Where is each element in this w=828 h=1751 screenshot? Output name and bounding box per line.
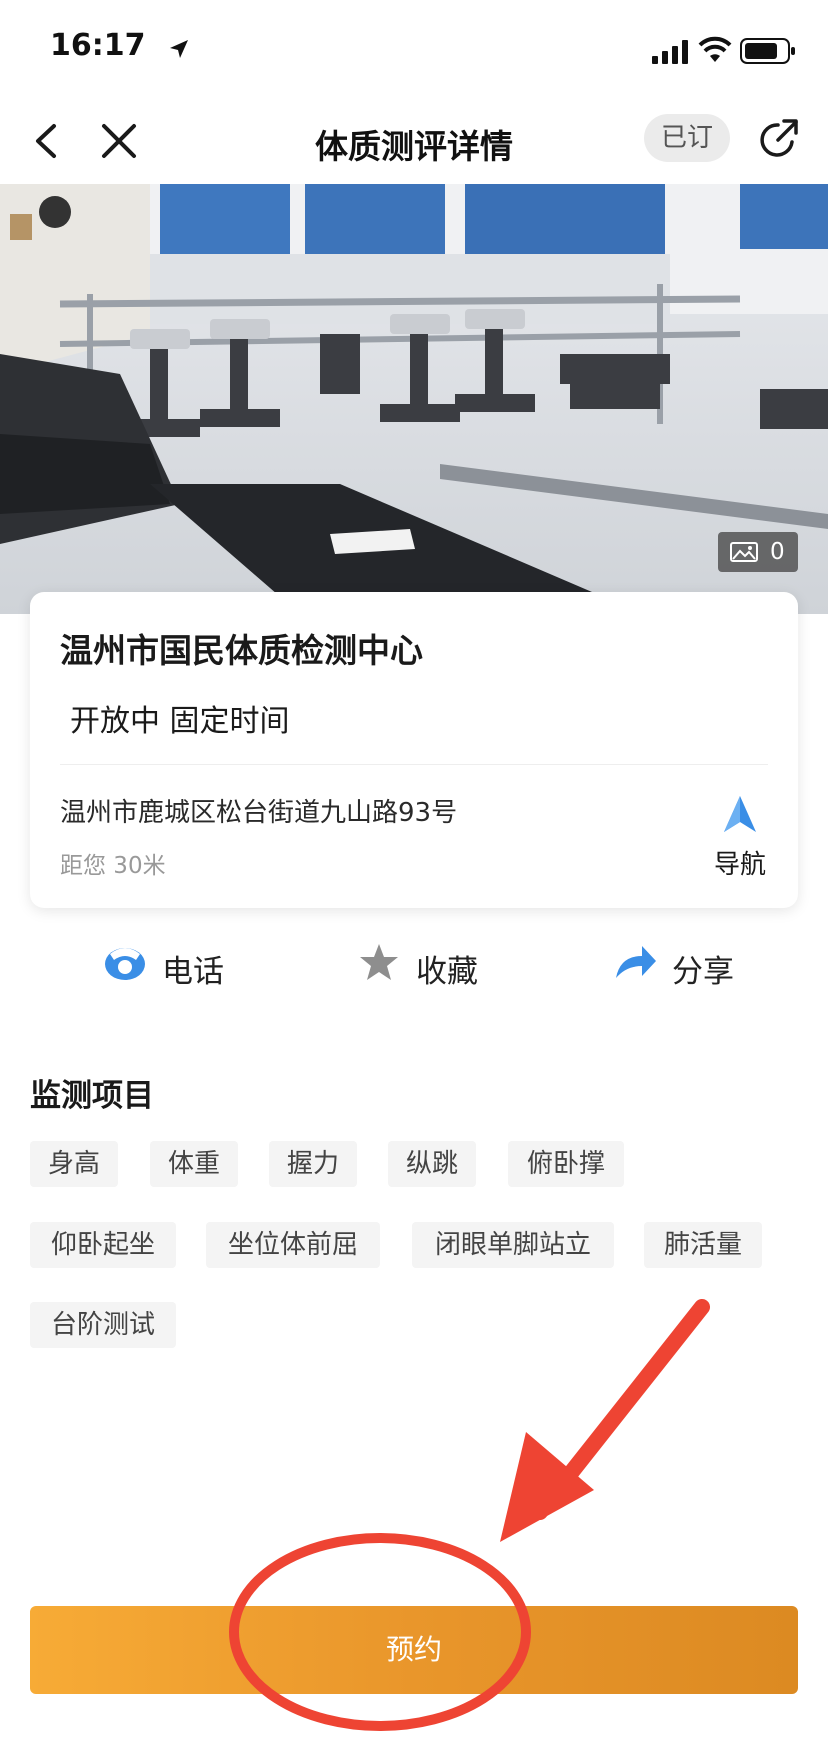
cellular-signal-icon [652,40,688,64]
book-button[interactable]: 预约 [30,1606,798,1694]
share-label: 分享 [672,954,734,990]
navigate-label: 导航 [713,850,766,880]
photo-count-badge[interactable]: 0 [718,532,798,572]
phone-label: 电话 [162,954,224,990]
share-button[interactable]: 分享 [614,930,744,1000]
action-row: 电话 收藏 分享 [0,930,828,1000]
tag-item: 坐位体前屈 [206,1222,380,1268]
favorite-label: 收藏 [416,954,478,990]
subscribed-button[interactable]: 已订 [644,114,730,162]
tag-item: 台阶测试 [30,1302,176,1348]
phone-button[interactable]: 电话 [104,930,234,1000]
navigate-button[interactable]: 导航 [700,794,780,884]
tag-item: 肺活量 [644,1222,762,1268]
divider [60,764,768,765]
star-icon [360,944,398,980]
wifi-icon [698,36,732,62]
status-time: 16:17 [50,28,146,63]
tag-item: 体重 [150,1141,238,1187]
battery-icon [740,38,795,64]
tag-item: 纵跳 [388,1141,476,1187]
favorite-button[interactable]: 收藏 [358,930,488,1000]
tag-item: 握力 [269,1141,357,1187]
venue-photo[interactable]: 0 [0,184,828,614]
image-icon [730,542,758,562]
venue-info-card: 温州市国民体质检测中心 开放中 固定时间 温州市鹿城区松台街道九山路93号 距您… [30,592,798,908]
photo-count: 0 [770,539,785,565]
status-bar: 16:17 [0,0,828,100]
location-arrow-icon [170,40,188,58]
venue-address: 温州市鹿城区松台街道九山路93号 [60,798,458,828]
venue-name: 温州市国民体质检测中心 [60,631,423,670]
gym-interior-image [0,184,828,614]
tag-item: 俯卧撑 [508,1141,624,1187]
section-title: 监测项目 [30,1078,154,1114]
annotation-arrow [500,1299,710,1542]
share-out-icon[interactable] [756,116,802,162]
tag-item: 身高 [30,1141,118,1187]
venue-distance: 距您 30米 [60,853,166,879]
phone-icon [105,948,145,980]
tag-item: 闭眼单脚站立 [412,1222,614,1268]
navigation-arrow-icon [724,796,756,832]
tag-item: 仰卧起坐 [30,1222,176,1268]
share-arrow-icon [616,946,656,978]
nav-bar: 体质测评详情 已订 [0,100,828,184]
open-status: 开放中 固定时间 [70,704,290,739]
